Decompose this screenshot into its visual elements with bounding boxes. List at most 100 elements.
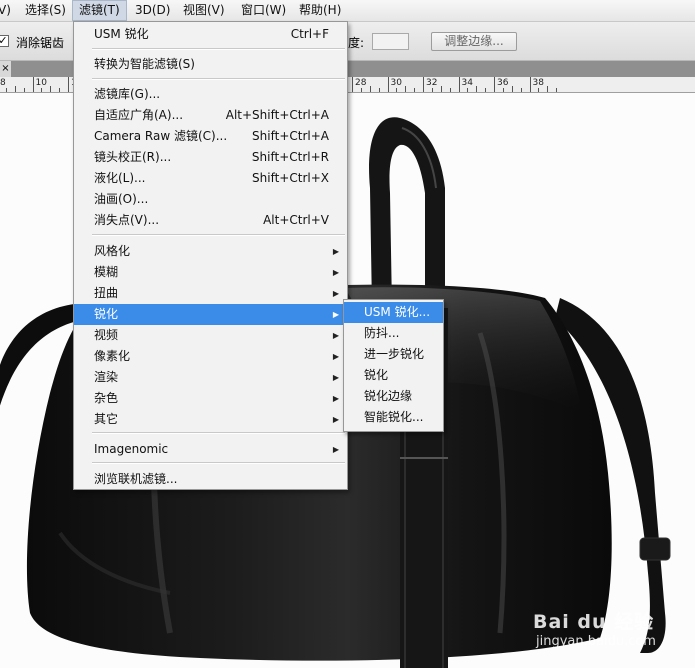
ruler-major-tick xyxy=(68,77,69,92)
menu-item-stylize[interactable]: 风格化 ▶ xyxy=(74,241,347,262)
ruler-minor-tick xyxy=(502,88,504,92)
submenu-item-label: 防抖... xyxy=(364,326,400,340)
ruler-label: 28 xyxy=(355,78,367,88)
menu-filter[interactable]: 滤镜(T) xyxy=(72,0,127,21)
menu-window[interactable]: 窗口(W) xyxy=(241,0,286,21)
submenu-item-usm-sharpen[interactable]: USM 锐化... xyxy=(344,302,443,323)
menu-item-convert-smart-filter[interactable]: 转换为智能滤镜(S) xyxy=(74,54,347,75)
ruler-minor-tick xyxy=(511,86,513,92)
submenu-arrow-icon: ▶ xyxy=(332,289,339,298)
ruler-label: 10 xyxy=(35,78,47,88)
menu-item-label: 杂色 xyxy=(94,391,119,405)
menu-partial[interactable]: V) xyxy=(0,0,11,21)
menu-item-render[interactable]: 渲染 ▶ xyxy=(74,367,347,388)
ruler-minor-tick xyxy=(431,88,433,92)
ruler-minor-tick xyxy=(520,88,522,92)
ruler-minor-tick xyxy=(5,88,7,92)
menu-item-label: 自适应广角(A)... xyxy=(94,108,184,122)
menu-item-shortcut: Shift+Ctrl+R xyxy=(251,150,329,164)
submenu-item-label: 锐化 xyxy=(364,368,389,382)
submenu-arrow-icon: ▶ xyxy=(332,373,339,382)
menu-item-other[interactable]: 其它 ▶ xyxy=(74,409,347,430)
menu-item-label: USM 锐化 xyxy=(94,27,149,41)
menu-item-label: 液化(L)... xyxy=(94,171,146,185)
menu-item-label: 滤镜库(G)... xyxy=(94,87,161,101)
menu-item-shortcut: Ctrl+F xyxy=(290,27,329,41)
menu-select[interactable]: 选择(S) xyxy=(25,0,66,21)
menu-item-label: 扭曲 xyxy=(94,286,119,300)
submenu-item-sharpen-more[interactable]: 进一步锐化 xyxy=(344,344,443,365)
menu-item-imagenomic[interactable]: Imagenomic ▶ xyxy=(74,439,347,460)
menu-item-label: 消失点(V)... xyxy=(94,213,160,227)
ruler-minor-tick xyxy=(405,86,407,92)
ruler-major-tick xyxy=(387,77,389,92)
submenu-item-label: USM 锐化... xyxy=(364,305,431,319)
submenu-arrow-icon: ▶ xyxy=(332,310,339,319)
menu-item-browse-online-filters[interactable]: 浏览联机滤镜... xyxy=(74,469,347,490)
ruler-minor-tick xyxy=(396,88,398,92)
submenu-item-sharpen[interactable]: 锐化 xyxy=(344,365,443,386)
ruler-major-tick xyxy=(32,77,34,92)
ruler-minor-tick xyxy=(449,88,451,92)
antialias-checkbox[interactable]: ✓ xyxy=(0,35,9,47)
menu-item-distort[interactable]: 扭曲 ▶ xyxy=(74,283,347,304)
ruler-minor-tick xyxy=(41,88,43,92)
menu-item-camera-raw-filter[interactable]: Camera Raw 滤镜(C)... Shift+Ctrl+A xyxy=(74,126,347,147)
close-icon[interactable]: × xyxy=(0,61,11,77)
menu-item-usm-sharpen-recent[interactable]: USM 锐化 Ctrl+F xyxy=(74,24,347,45)
submenu-item-shake-reduction[interactable]: 防抖... xyxy=(344,323,443,344)
ruler-minor-tick xyxy=(59,88,61,92)
ruler-minor-tick xyxy=(440,86,442,92)
menu-item-shortcut: Shift+Ctrl+A xyxy=(252,129,329,143)
ruler-minor-tick xyxy=(23,88,25,92)
filter-menu: USM 锐化 Ctrl+F 转换为智能滤镜(S) 滤镜库(G)... 自适应广角(A).… xyxy=(73,21,348,490)
menu-separator xyxy=(92,234,345,236)
menu-item-label: 锐化 xyxy=(94,307,119,321)
menu-item-sharpen[interactable]: 锐化 ▶ xyxy=(74,304,347,325)
ruler-minor-tick xyxy=(556,88,558,92)
submenu-arrow-icon: ▶ xyxy=(332,415,339,424)
menu-item-filter-gallery[interactable]: 滤镜库(G)... xyxy=(74,84,347,105)
menu-item-noise[interactable]: 杂色 ▶ xyxy=(74,388,347,409)
submenu-item-smart-sharpen[interactable]: 智能锐化... xyxy=(344,407,443,428)
menu-item-label: 风格化 xyxy=(94,244,131,258)
watermark-url: jingyan.baidu.com xyxy=(536,634,656,649)
sharpen-submenu: USM 锐化... 防抖... 进一步锐化锐化锐化边缘 智能锐化... xyxy=(343,299,444,432)
menu-item-label: 模糊 xyxy=(94,265,119,279)
ruler-label: 36 xyxy=(497,78,509,88)
menu-help[interactable]: 帮助(H) xyxy=(299,0,341,21)
menu-item-liquify[interactable]: 液化(L)... Shift+Ctrl+X xyxy=(74,168,347,189)
submenu-arrow-icon: ▶ xyxy=(332,445,339,454)
menu-item-label: 像素化 xyxy=(94,349,131,363)
submenu-arrow-icon: ▶ xyxy=(332,331,339,340)
menu-item-video[interactable]: 视频 ▶ xyxy=(74,325,347,346)
baidu-watermark: Bai du 经验 xyxy=(533,611,655,633)
menu-item-label: Camera Raw 滤镜(C)... xyxy=(94,129,228,143)
ruler-minor-tick xyxy=(360,88,362,92)
menu-separator xyxy=(92,462,345,464)
menu-item-label: 油画(O)... xyxy=(94,192,149,206)
ruler-minor-tick xyxy=(538,88,540,92)
menu-item-lens-correction[interactable]: 镜头校正(R)... Shift+Ctrl+R xyxy=(74,147,347,168)
menu-item-pixelate[interactable]: 像素化 ▶ xyxy=(74,346,347,367)
ruler-major-tick xyxy=(423,77,424,92)
menu-item-adaptive-wide-angle[interactable]: 自适应广角(A)... Alt+Shift+Ctrl+A xyxy=(74,105,347,126)
submenu-item-sharpen-edges[interactable]: 锐化边缘 xyxy=(344,386,443,407)
menu-view[interactable]: 视图(V) xyxy=(183,0,225,21)
density-input[interactable] xyxy=(372,33,409,50)
refine-edge-button[interactable]: 调整边缘... xyxy=(431,32,517,51)
menu-item-oil-paint[interactable]: 油画(O)... xyxy=(74,189,347,210)
submenu-item-label: 进一步锐化 xyxy=(364,347,425,361)
menu-item-shortcut: Alt+Shift+Ctrl+A xyxy=(225,108,329,122)
ruler-label: 32 xyxy=(426,78,438,88)
menu-item-vanishing-point[interactable]: 消失点(V)... Alt+Ctrl+V xyxy=(74,210,347,231)
menu-separator xyxy=(92,432,345,434)
menu-item-shortcut: Shift+Ctrl+X xyxy=(252,171,329,185)
menu-separator xyxy=(92,78,345,80)
menu-separator xyxy=(92,48,345,50)
menu-bar: V) 选择(S) 滤镜(T) 3D(D) 视图(V) 窗口(W) 帮助(H) xyxy=(0,0,695,22)
menu-3d[interactable]: 3D(D) xyxy=(135,0,170,21)
menu-item-label: 渲染 xyxy=(94,370,119,384)
ruler-minor-tick xyxy=(467,88,469,92)
menu-item-blur[interactable]: 模糊 ▶ xyxy=(74,262,347,283)
